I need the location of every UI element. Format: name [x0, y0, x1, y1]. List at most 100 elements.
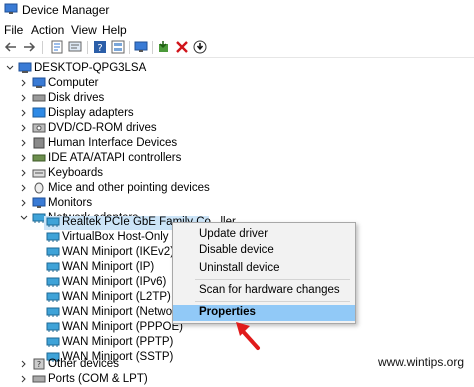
chevron-down-icon[interactable] — [20, 214, 28, 222]
tree-device-label: WAN Miniport (IKEv2) — [62, 246, 175, 258]
chevron-right-icon[interactable] — [20, 199, 28, 207]
tree-category-label: Computer — [48, 77, 99, 89]
tree-category[interactable]: ? Other devices — [0, 358, 200, 372]
tree-device[interactable]: WAN Miniport (L2TP) — [44, 291, 184, 305]
tree-device[interactable]: WAN Miniport (PPPOE) — [44, 321, 184, 335]
tree-category-label: IDE ATA/ATAPI controllers — [48, 152, 182, 164]
tree-device-label: WAN Miniport (IPv6) — [62, 276, 167, 288]
tree-category[interactable]: Keyboards — [0, 167, 220, 181]
toolbar-separator — [87, 41, 88, 54]
hid-icon — [33, 137, 45, 149]
tree-category[interactable]: Monitors — [0, 197, 220, 211]
tree-category[interactable]: Mice and other pointing devices — [0, 182, 220, 196]
menu-item-label: Properties — [199, 306, 256, 318]
tree-category-label: Display adapters — [48, 107, 134, 119]
menu-view[interactable]: View — [71, 23, 97, 37]
chevron-right-icon[interactable] — [20, 124, 28, 132]
toolbar-separator — [152, 41, 153, 54]
other-devices-icon: ? — [33, 358, 45, 370]
scan-icon[interactable] — [68, 40, 82, 54]
properties-icon[interactable] — [50, 40, 64, 54]
menu-item-update-driver[interactable]: Update driver — [173, 227, 355, 243]
chevron-right-icon[interactable] — [20, 184, 28, 192]
network-adapter-icon — [46, 232, 60, 242]
port-icon — [32, 375, 46, 383]
chevron-right-icon[interactable] — [20, 139, 28, 147]
disk-drive-icon — [32, 94, 46, 102]
tree-category-label: Other devices — [48, 358, 119, 370]
tree-device[interactable]: WAN Miniport (Network M — [44, 306, 194, 320]
device-manager-icon — [4, 3, 18, 14]
computer-icon — [32, 77, 46, 88]
tree-category[interactable]: Computer — [0, 77, 220, 91]
network-adapter-icon — [46, 262, 60, 272]
menu-item-disable-device[interactable]: Disable device — [173, 243, 355, 259]
menu-help[interactable]: Help — [102, 23, 127, 37]
tree-category[interactable]: Ports (COM & LPT) — [0, 373, 200, 387]
uninstall-icon[interactable] — [175, 40, 189, 54]
dvd-drive-icon — [32, 123, 46, 133]
chevron-right-icon[interactable] — [20, 169, 28, 177]
tree-category[interactable]: IDE ATA/ATAPI controllers — [0, 152, 220, 166]
tree-device[interactable]: VirtualBox Host-Only Ether — [44, 231, 199, 245]
menu-item-label: Uninstall device — [199, 262, 280, 274]
disable-icon[interactable] — [193, 40, 207, 54]
view-icon[interactable] — [111, 40, 125, 54]
back-icon[interactable] — [4, 40, 18, 54]
chevron-right-icon[interactable] — [20, 375, 28, 383]
keyboard-icon — [32, 169, 46, 178]
tree-category-label: Human Interface Devices — [48, 137, 178, 149]
update-driver-icon[interactable] — [157, 40, 171, 54]
tree-device-label: WAN Miniport (L2TP) — [62, 291, 171, 303]
network-adapter-icon — [46, 337, 60, 347]
tree-category-label: Keyboards — [48, 167, 103, 179]
tree-category[interactable]: Display adapters — [0, 107, 220, 121]
help-icon[interactable]: ? — [93, 40, 107, 54]
monitor-icon[interactable] — [134, 40, 148, 54]
window-title: Device Manager — [22, 3, 110, 17]
chevron-right-icon[interactable] — [20, 109, 28, 117]
monitor-icon — [32, 197, 46, 208]
tree-root-label: DESKTOP-QPG3LSA — [34, 62, 147, 74]
tree-category[interactable]: Human Interface Devices — [0, 137, 220, 151]
tree-device-label: WAN Miniport (IP) — [62, 261, 155, 273]
network-adapter-icon — [46, 217, 60, 227]
menu-item-scan-hardware[interactable]: Scan for hardware changes — [173, 283, 355, 299]
tree-device[interactable]: WAN Miniport (IKEv2) — [44, 246, 184, 260]
tree-category[interactable]: DVD/CD-ROM drives — [0, 122, 220, 136]
network-adapter-icon — [46, 277, 60, 287]
computer-icon — [18, 62, 32, 73]
tree-category-label: Ports (COM & LPT) — [48, 373, 148, 385]
menu-separator — [195, 301, 350, 302]
tree-category-label: Disk drives — [48, 92, 105, 104]
toolbar-separator — [42, 41, 43, 54]
menu-item-label: Update driver — [199, 228, 269, 240]
menu-action[interactable]: Action — [31, 23, 64, 37]
tree-category-label: DVD/CD-ROM drives — [48, 122, 157, 134]
chevron-right-icon[interactable] — [20, 360, 28, 368]
menu-item-label: Disable device — [199, 244, 274, 256]
chevron-down-icon[interactable] — [6, 64, 14, 72]
forward-icon[interactable] — [22, 40, 36, 54]
network-adapter-icon — [46, 307, 60, 317]
menu-item-uninstall-device[interactable]: Uninstall device — [173, 261, 355, 277]
toolbar: ? — [0, 39, 474, 58]
chevron-right-icon[interactable] — [20, 94, 28, 102]
chevron-right-icon[interactable] — [20, 79, 28, 87]
tree-root[interactable]: DESKTOP-QPG3LSA — [0, 62, 220, 76]
annotation-arrow-icon — [236, 322, 260, 350]
menu-file[interactable]: File — [4, 23, 23, 37]
tree-device[interactable]: WAN Miniport (PPTP) — [44, 336, 184, 350]
watermark: www.wintips.org — [377, 355, 464, 369]
toolbar-separator — [129, 41, 130, 54]
svg-text:?: ? — [97, 43, 102, 54]
menu-separator — [195, 279, 350, 280]
tree-device[interactable]: WAN Miniport (IPv6) — [44, 276, 184, 290]
title-bar: Device Manager — [0, 0, 474, 20]
tree-category[interactable]: Disk drives — [0, 92, 220, 106]
tree-device-label: WAN Miniport (PPPOE) — [62, 321, 183, 333]
network-adapter-icon — [46, 322, 60, 332]
chevron-right-icon[interactable] — [20, 154, 28, 162]
tree-category-label: Monitors — [48, 197, 93, 209]
tree-device[interactable]: WAN Miniport (IP) — [44, 261, 184, 275]
